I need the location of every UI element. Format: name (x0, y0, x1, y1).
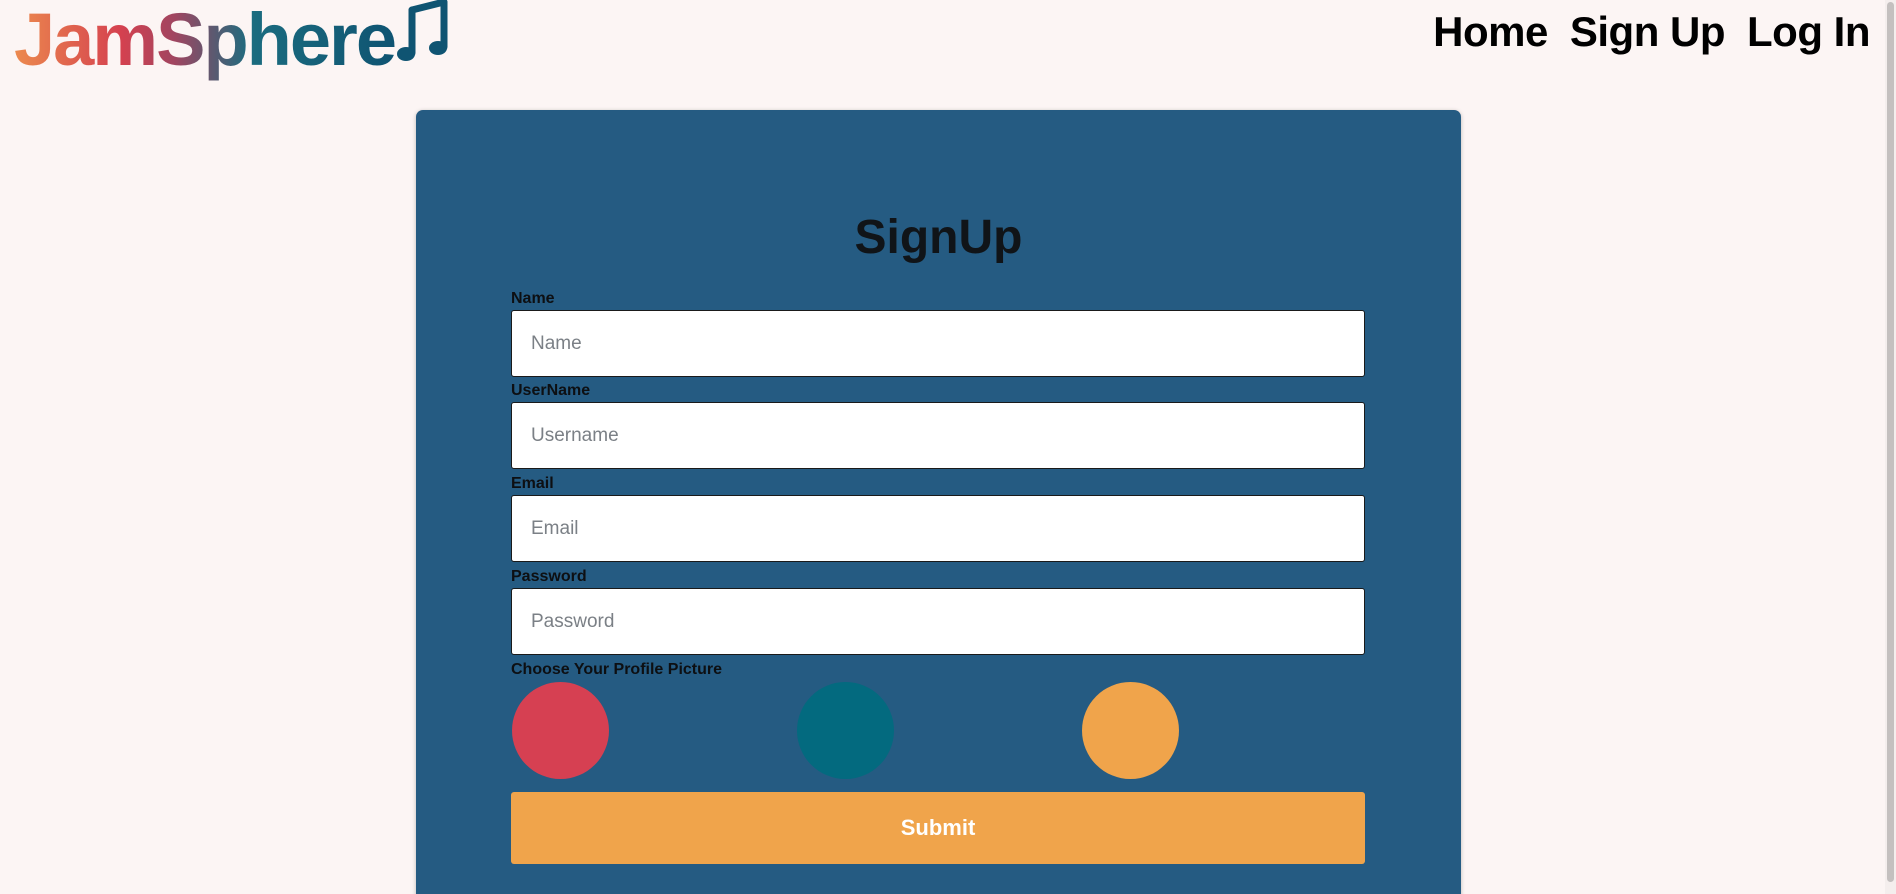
username-label: UserName (511, 382, 591, 399)
form-title: SignUp (854, 211, 1023, 264)
scrollbar-thumb[interactable] (1887, 2, 1894, 882)
main-nav: Home Sign Up Log In (1433, 8, 1870, 56)
signup-card: SignUp Name UserName Email Password Choo… (416, 110, 1461, 894)
page: JamSphere Home Sign Up Log In SignUp Nam… (0, 0, 1896, 894)
nav-log-in[interactable]: Log In (1747, 8, 1870, 56)
scrollbar[interactable] (1885, 0, 1896, 894)
password-input[interactable] (511, 588, 1365, 655)
avatar-option-red[interactable] (512, 682, 609, 779)
password-label: Password (511, 568, 587, 585)
username-input[interactable] (511, 402, 1365, 469)
email-input[interactable] (511, 495, 1365, 562)
avatar-option-orange[interactable] (1082, 682, 1179, 779)
logo[interactable]: JamSphere (14, 0, 449, 85)
logo-text: JamSphere (14, 0, 397, 85)
email-label: Email (511, 475, 554, 492)
avatar-option-teal[interactable] (797, 682, 894, 779)
nav-home[interactable]: Home (1433, 8, 1548, 56)
music-note-icon (396, 0, 448, 61)
submit-button[interactable]: Submit (511, 792, 1365, 864)
name-input[interactable] (511, 310, 1365, 377)
nav-sign-up[interactable]: Sign Up (1570, 8, 1726, 56)
profile-picture-label: Choose Your Profile Picture (511, 661, 723, 678)
name-label: Name (511, 290, 555, 307)
